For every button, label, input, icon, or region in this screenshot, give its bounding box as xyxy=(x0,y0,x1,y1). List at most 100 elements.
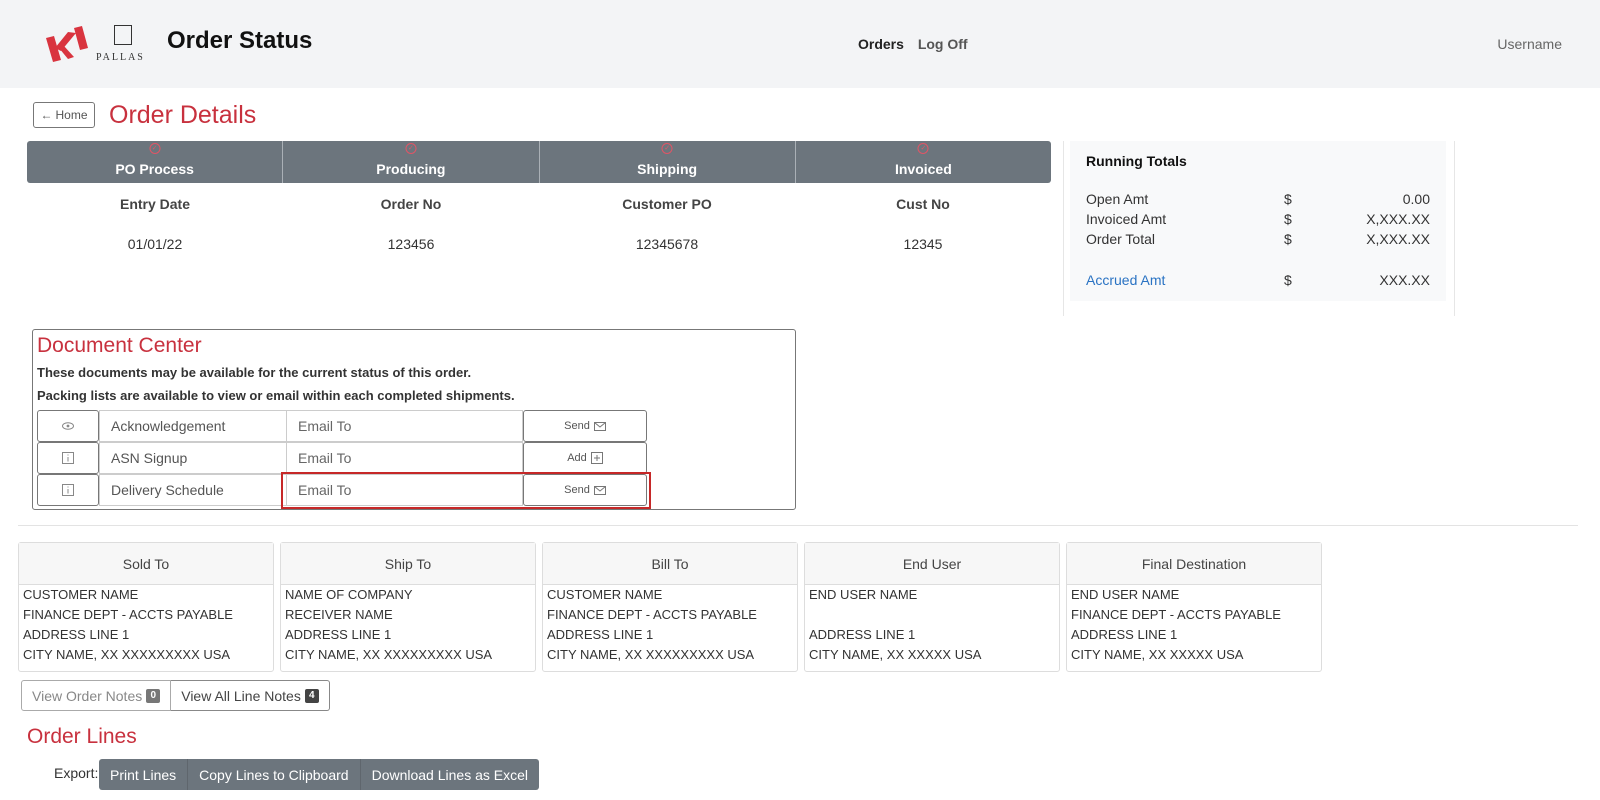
order-info-label: Cust No xyxy=(896,196,950,212)
info-icon xyxy=(62,452,74,464)
circle-check-icon: ✓ xyxy=(405,143,417,154)
order-lines-title: Order Lines xyxy=(27,725,137,748)
order-info-entry-date: Entry Date 01/01/22 xyxy=(27,196,283,252)
address-card-ship-to: Ship To NAME OF COMPANY RECEIVER NAME AD… xyxy=(280,542,536,672)
totals-currency: $ xyxy=(1284,231,1292,247)
address-line: ADDRESS LINE 1 xyxy=(23,627,130,642)
address-card-sold-to: Sold To CUSTOMER NAME FINANCE DEPT - ACC… xyxy=(18,542,274,672)
info-icon xyxy=(62,484,74,496)
totals-amount: XXX.XX xyxy=(1379,272,1430,288)
address-line: ADDRESS LINE 1 xyxy=(285,627,392,642)
address-line: ADDRESS LINE 1 xyxy=(547,627,654,642)
send-button-label: Send xyxy=(564,484,590,496)
address-line: ADDRESS LINE 1 xyxy=(1071,627,1178,642)
pallas-logo[interactable]: PALLAS xyxy=(96,24,152,64)
document-name: Acknowledgement xyxy=(99,410,287,442)
export-label: Export: xyxy=(54,765,99,781)
address-line: FINANCE DEPT - ACCTS PAYABLE xyxy=(23,607,233,622)
address-line: END USER NAME xyxy=(1071,587,1180,602)
order-info-label: Entry Date xyxy=(119,196,191,212)
email-to-input[interactable] xyxy=(287,474,523,506)
totals-row-open-amt: Open Amt $ 0.00 xyxy=(1086,191,1430,211)
step-po-process: ✓ PO Process xyxy=(27,141,284,183)
address-card-title: Final Destination xyxy=(1067,543,1321,585)
address-card-title: End User xyxy=(805,543,1059,585)
circle-check-icon: ✓ xyxy=(149,143,161,154)
view-line-notes-label: View All Line Notes xyxy=(181,687,301,704)
order-info-value: 01/01/22 xyxy=(127,236,183,252)
main-nav: Orders Log Off xyxy=(858,36,978,52)
order-info-value: 12345678 xyxy=(635,236,699,252)
running-totals-panel: Running Totals Open Amt $ 0.00 Invoiced … xyxy=(1070,141,1446,301)
copy-lines-button[interactable]: Copy Lines to Clipboard xyxy=(188,759,361,790)
app-title: Order Status xyxy=(167,27,313,54)
pallas-logo-text: PALLAS xyxy=(96,52,145,63)
envelope-icon xyxy=(593,485,606,495)
order-info-label: Order No xyxy=(380,196,442,212)
document-name: ASN Signup xyxy=(99,442,287,474)
order-info-order-no: Order No 123456 xyxy=(283,196,539,252)
step-invoiced: ✓ Invoiced xyxy=(796,141,1051,183)
home-button[interactable]: ← Home xyxy=(33,102,95,128)
add-button[interactable]: Add xyxy=(523,442,647,474)
username-label[interactable]: Username xyxy=(1497,36,1562,52)
totals-row-invoiced-amt: Invoiced Amt $ X,XXX.XX xyxy=(1086,211,1430,231)
view-order-notes-label: View Order Notes xyxy=(32,687,143,704)
totals-amount: X,XXX.XX xyxy=(1366,231,1430,247)
info-button[interactable] xyxy=(37,442,99,474)
send-button[interactable]: Send xyxy=(523,474,647,506)
print-lines-button[interactable]: Print Lines xyxy=(99,759,189,790)
send-button-label: Send xyxy=(564,420,590,432)
step-label: Producing xyxy=(376,161,446,177)
document-center-description: These documents may be available for the… xyxy=(37,365,472,380)
order-info-value: 12345 xyxy=(903,236,943,252)
view-line-notes-button[interactable]: View All Line Notes 4 xyxy=(171,680,330,711)
eye-icon xyxy=(62,422,74,430)
document-center-title: Document Center xyxy=(37,334,202,357)
pallas-logo-mark xyxy=(114,25,132,45)
address-line: CITY NAME, XX XXXXXXXXX USA xyxy=(285,647,493,662)
address-line: END USER NAME xyxy=(809,587,918,602)
download-excel-button[interactable]: Download Lines as Excel xyxy=(361,759,539,790)
document-center-note: Packing lists are available to view or e… xyxy=(37,388,515,403)
plus-square-icon xyxy=(590,452,603,464)
info-button[interactable] xyxy=(37,474,99,506)
order-info-value: 123456 xyxy=(387,236,435,252)
circle-check-icon: ✓ xyxy=(917,143,929,154)
step-label: Shipping xyxy=(637,161,698,177)
order-progress-stepper: ✓ PO Process ✓ Producing ✓ Shipping ✓ In… xyxy=(27,141,1051,183)
totals-label: Invoiced Amt xyxy=(1086,211,1167,227)
totals-currency: $ xyxy=(1284,272,1292,288)
ki-logo[interactable] xyxy=(44,24,88,64)
step-label: PO Process xyxy=(115,161,194,177)
view-document-button[interactable] xyxy=(37,410,99,442)
address-line: RECEIVER NAME xyxy=(285,607,393,622)
address-line: ADDRESS LINE 1 xyxy=(809,627,916,642)
address-card-final-destination: Final Destination END USER NAME FINANCE … xyxy=(1066,542,1322,672)
totals-amount: 0.00 xyxy=(1402,191,1430,207)
step-label: Invoiced xyxy=(894,161,952,177)
nav-orders-link[interactable]: Orders xyxy=(858,36,904,52)
document-name: Delivery Schedule xyxy=(99,474,287,506)
address-line: CITY NAME, XX XXXXX USA xyxy=(1071,647,1244,662)
address-card-bill-to: Bill To CUSTOMER NAME FINANCE DEPT - ACC… xyxy=(542,542,798,672)
accrued-amt-link[interactable]: Accrued Amt xyxy=(1086,272,1165,288)
totals-label: Open Amt xyxy=(1086,191,1149,207)
page-title: Order Details xyxy=(109,101,257,129)
address-line: CUSTOMER NAME xyxy=(547,587,663,602)
view-order-notes-button[interactable]: View Order Notes 0 xyxy=(21,680,172,711)
order-info-customer-po: Customer PO 12345678 xyxy=(539,196,795,252)
email-to-input[interactable] xyxy=(287,410,523,442)
address-line: FINANCE DEPT - ACCTS PAYABLE xyxy=(1071,607,1281,622)
address-line: CUSTOMER NAME xyxy=(23,587,139,602)
line-notes-count-badge: 4 xyxy=(304,688,319,703)
totals-currency: $ xyxy=(1284,211,1292,227)
nav-logoff-link[interactable]: Log Off xyxy=(918,36,968,52)
section-divider xyxy=(18,525,1578,526)
email-to-input[interactable] xyxy=(287,442,523,474)
address-line xyxy=(805,605,1059,625)
notes-button-group: View Order Notes 0 View All Line Notes 4 xyxy=(21,680,330,711)
totals-currency: $ xyxy=(1284,191,1292,207)
totals-divider xyxy=(1454,141,1455,316)
send-button[interactable]: Send xyxy=(523,410,647,442)
